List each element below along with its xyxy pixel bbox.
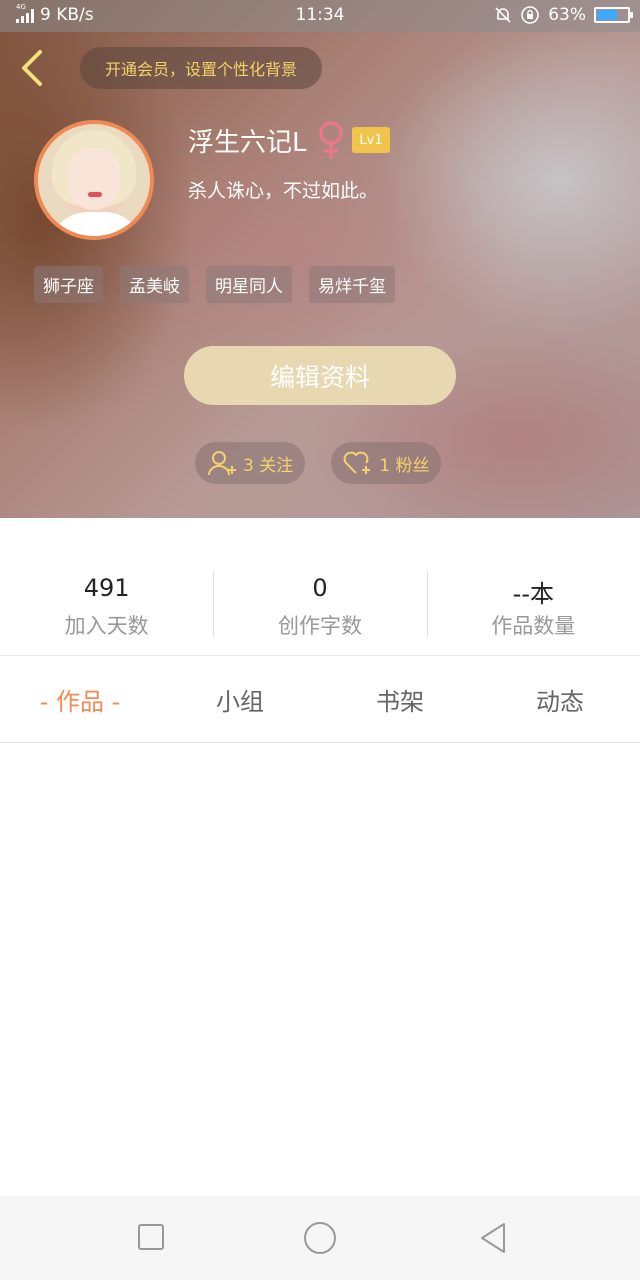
stat-label: 作品数量 [491,614,576,638]
tag[interactable]: 狮子座 [34,266,103,303]
username: 浮生六记L [188,128,307,158]
level-badge: Lv1 [352,127,390,153]
following-count: 3 关注 [243,455,294,476]
female-icon [319,121,343,158]
stat-label: 加入天数 [64,614,149,638]
status-right: 63% [494,5,633,25]
avatar[interactable] [34,120,154,240]
profile-tabs: - 作品 - 小组 书架 动态 [0,657,640,743]
stat-words-written: 0 创作字数 [213,518,426,655]
home-button[interactable] [304,1222,336,1254]
chevron-left-icon [22,50,42,86]
tab-works[interactable]: - 作品 - [0,657,160,742]
heart-plus-icon [343,451,371,474]
rotation-lock-icon [521,6,540,24]
stat-value: 491 [83,574,130,602]
battery-icon [594,7,633,23]
edit-profile-button[interactable]: 编辑资料 [184,346,456,405]
tab-bookshelf[interactable]: 书架 [320,657,480,742]
profile-stats: 491 加入天数 0 创作字数 --本 作品数量 [0,518,640,656]
follow-stats: 3 关注 1 粉丝 [195,442,442,484]
tag[interactable]: 易烊千玺 [309,266,395,303]
nav-back-icon[interactable] [478,1221,508,1255]
status-bar: 4G 9 KB/s 11:34 63% [0,0,640,32]
add-user-icon [208,451,236,476]
stat-value: 0 [312,574,328,602]
tag-list: 狮子座 孟美岐 明星同人 易烊千玺 [34,266,395,303]
vip-background-prompt[interactable]: 开通会员，设置个性化背景 [80,47,322,89]
stat-days-joined: 491 加入天数 [0,518,213,655]
following-button[interactable]: 3 关注 [195,442,306,484]
back-button[interactable] [16,48,52,88]
stat-label: 创作字数 [277,614,362,638]
tab-groups[interactable]: 小组 [160,657,320,742]
stat-works-count: --本 作品数量 [426,518,640,655]
system-nav-bar [0,1196,640,1280]
mute-bell-icon [495,7,511,23]
followers-count: 1 粉丝 [379,455,430,476]
tag[interactable]: 孟美岐 [120,266,189,303]
tag[interactable]: 明星同人 [206,266,292,303]
stat-value: --本 [512,580,554,608]
battery-percent: 63% [548,5,586,25]
tab-activity[interactable]: 动态 [480,657,640,742]
recents-button[interactable] [138,1224,164,1250]
followers-button[interactable]: 1 粉丝 [331,442,442,484]
bio: 杀人诛心，不过如此。 [188,180,379,202]
